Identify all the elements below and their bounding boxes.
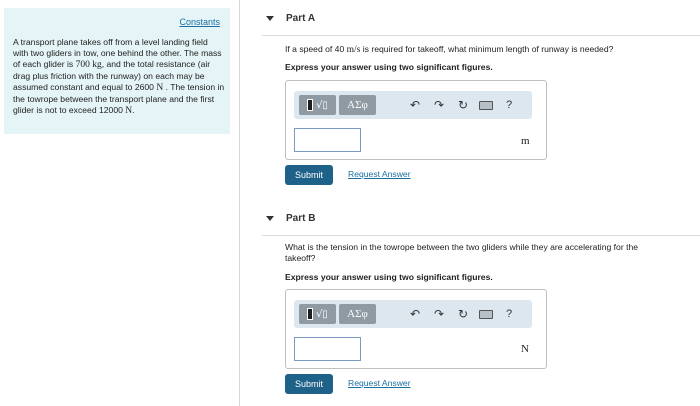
request-answer-link[interactable]: Request Answer [348,169,411,179]
constants-link[interactable]: Constants [179,17,220,27]
request-answer-link[interactable]: Request Answer [348,378,411,388]
undo-icon[interactable]: ↶ [407,305,423,323]
keyboard-icon [479,309,493,319]
part-a-answer-box: √▯ ΑΣφ ↶ ↷ ↻ ? m [285,80,547,160]
part-a-title: Part A [286,13,316,24]
collapse-caret-icon[interactable] [266,16,274,21]
submit-button[interactable]: Submit [285,374,333,394]
problem-panel: Constants A transport plane takes off fr… [4,8,230,134]
undo-icon[interactable]: ↶ [407,96,423,114]
answer-input[interactable] [294,128,361,152]
answer-input[interactable] [294,337,361,361]
reset-icon[interactable]: ↻ [455,96,471,114]
answer-unit: m [521,135,530,147]
greek-symbols-button[interactable]: ΑΣφ [339,304,376,324]
part-b-question: What is the tension in the towrope betwe… [285,242,639,263]
problem-statement: A transport plane takes off from a level… [13,37,225,117]
redo-icon[interactable]: ↷ [431,96,447,114]
templates-button[interactable]: √▯ [299,95,336,115]
speed-unit: m/s [346,45,361,55]
question-text-1: If a speed of 40 [285,44,347,54]
math-toolbar: √▯ ΑΣφ ↶ ↷ ↻ ? [294,91,532,119]
math-toolbar: √▯ ΑΣφ ↶ ↷ ↻ ? [294,300,532,328]
glider-mass: 700 kg [75,60,102,70]
greek-symbols-button[interactable]: ΑΣφ [339,95,376,115]
part-b-header[interactable]: Part B [262,200,700,236]
sqrt-icon: √▯ [316,99,328,111]
problem-text-4: . [132,105,135,115]
part-b-instruction: Express your answer using two significan… [285,272,493,282]
keyboard-button[interactable] [478,96,494,114]
template-block-icon [307,99,314,111]
reset-icon[interactable]: ↻ [455,305,471,323]
part-a-question: If a speed of 40 m/s is required for tak… [285,44,665,56]
part-a-instruction: Express your answer using two significan… [285,62,493,72]
panel-divider [239,0,240,406]
template-block-icon [307,308,314,320]
submit-button[interactable]: Submit [285,165,333,185]
redo-icon[interactable]: ↷ [431,305,447,323]
help-button[interactable]: ? [501,96,517,114]
help-button[interactable]: ? [501,305,517,323]
collapse-caret-icon[interactable] [266,216,274,221]
part-b-answer-box: √▯ ΑΣφ ↶ ↷ ↻ ? N [285,289,547,369]
answer-unit: N [521,343,529,355]
keyboard-icon [479,100,493,110]
question-text-2: is required for takeoff, what minimum le… [360,44,614,54]
sqrt-icon: √▯ [316,308,328,320]
keyboard-button[interactable] [478,305,494,323]
templates-button[interactable]: √▯ [299,304,336,324]
part-a-header[interactable]: Part A [262,0,700,36]
part-b-title: Part B [286,213,316,224]
